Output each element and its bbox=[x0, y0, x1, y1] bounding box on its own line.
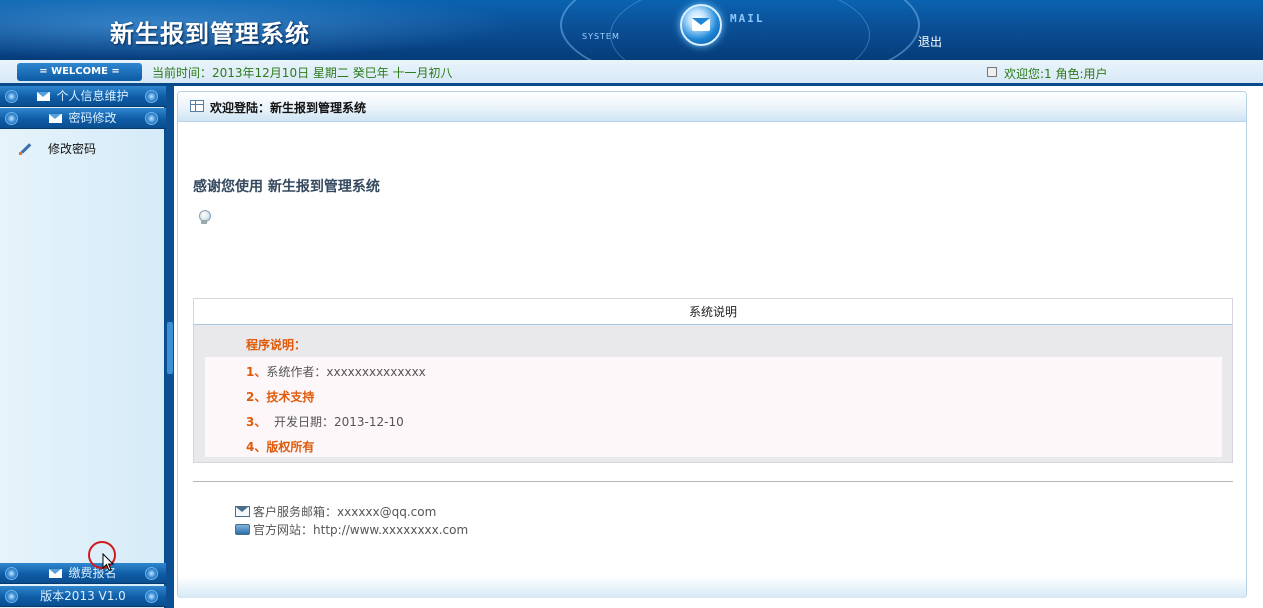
contact-email: 客户服务邮箱：xxxxxx@qq.com bbox=[235, 503, 436, 520]
envelope-icon bbox=[37, 92, 51, 101]
banner-arc-inner bbox=[610, 0, 870, 60]
table-icon bbox=[190, 100, 204, 112]
item-text: 系统作者：xxxxxxxxxxxxxx bbox=[266, 365, 426, 379]
menu-payment-registration[interactable]: 缴费报名 bbox=[0, 563, 166, 584]
menu-password[interactable]: 密码修改 bbox=[0, 108, 166, 129]
menu-bullet-icon bbox=[5, 112, 18, 125]
item-text: 开发日期：2013-12-10 bbox=[266, 415, 404, 429]
welcome-badge: = WELCOME = bbox=[17, 63, 142, 81]
envelope-icon bbox=[49, 114, 63, 123]
version-label: 版本2013 V1.0 bbox=[40, 589, 126, 603]
panel-header: 欢迎登陆：新生报到管理系统 bbox=[178, 92, 1246, 122]
lightbulb-icon bbox=[198, 210, 211, 224]
menu-bullet-icon bbox=[145, 567, 158, 580]
email-icon bbox=[235, 506, 250, 517]
email-label: 客户服务邮箱： bbox=[253, 505, 338, 519]
logout-link[interactable]: 退出 bbox=[918, 33, 942, 50]
pencil-icon bbox=[18, 143, 30, 155]
list-item: 4、版权所有 bbox=[246, 438, 314, 455]
website-label: 官方网站： bbox=[253, 523, 314, 537]
user-info: 欢迎您:1 角色:用户 bbox=[1004, 67, 1108, 81]
menu-label: 个人信息维护 bbox=[56, 89, 129, 103]
item-text: 技术支持 bbox=[266, 390, 315, 404]
panel-title: 欢迎登陆：新生报到管理系统 bbox=[210, 101, 367, 115]
menu-label: 密码修改 bbox=[68, 111, 117, 125]
panel-footer bbox=[178, 576, 1246, 598]
email-link[interactable]: xxxxxx@qq.com bbox=[337, 505, 436, 519]
header-banner: 新生报到管理系统 SYSTEM MAIL 退出 bbox=[0, 0, 1263, 60]
website-link[interactable]: http://www.xxxxxxxx.com bbox=[313, 523, 468, 537]
item-number: 1、 bbox=[246, 365, 267, 379]
mouse-cursor-icon bbox=[102, 553, 115, 572]
sidebar-item-change-password[interactable]: 修改密码 bbox=[18, 140, 96, 157]
system-description: 系统说明 程序说明： 1、系统作者：xxxxxxxxxxxxxx 2、技术支持 … bbox=[193, 298, 1233, 463]
list-item: 2、技术支持 bbox=[246, 388, 314, 405]
splitter-grip[interactable] bbox=[167, 322, 173, 374]
sidebar-item-label: 修改密码 bbox=[48, 142, 97, 156]
menu-bullet-icon bbox=[5, 567, 18, 580]
divider bbox=[193, 481, 1233, 482]
info-bar: = WELCOME = 当前时间：2013年12月10日 星期二 癸巳年 十一月… bbox=[0, 60, 1263, 86]
mail-tag: MAIL bbox=[730, 12, 765, 25]
list-item: 3、 开发日期：2013-12-10 bbox=[246, 413, 404, 430]
item-number: 3、 bbox=[246, 415, 267, 429]
item-number: 4、 bbox=[246, 440, 267, 454]
description-header: 系统说明 bbox=[194, 299, 1232, 325]
menu-bullet-icon bbox=[5, 590, 18, 603]
description-list: 1、系统作者：xxxxxxxxxxxxxx 2、技术支持 3、 开发日期：201… bbox=[205, 357, 1222, 457]
sidebar-splitter[interactable] bbox=[166, 86, 174, 608]
website-icon bbox=[235, 524, 250, 535]
main-panel: 欢迎登陆：新生报到管理系统 感谢您使用 新生报到管理系统 系统说明 程序说明： … bbox=[177, 91, 1247, 598]
menu-personal-info[interactable]: 个人信息维护 bbox=[0, 86, 166, 107]
mail-icon bbox=[680, 4, 722, 46]
sidebar bbox=[0, 86, 166, 608]
item-text: 版权所有 bbox=[266, 440, 315, 454]
app-title: 新生报到管理系统 bbox=[110, 19, 310, 48]
program-title: 程序说明： bbox=[246, 338, 307, 352]
version-bar: 版本2013 V1.0 bbox=[0, 586, 166, 607]
menu-bullet-icon bbox=[145, 112, 158, 125]
thanks-heading: 感谢您使用 新生报到管理系统 bbox=[193, 179, 380, 195]
item-number: 2、 bbox=[246, 390, 267, 404]
system-tag: SYSTEM bbox=[582, 32, 620, 41]
envelope-icon bbox=[49, 569, 63, 578]
current-time: 当前时间：2013年12月10日 星期二 癸巳年 十一月初八 bbox=[152, 66, 453, 80]
user-icon bbox=[987, 67, 997, 77]
menu-bullet-icon bbox=[145, 590, 158, 603]
list-item: 1、系统作者：xxxxxxxxxxxxxx bbox=[246, 363, 426, 380]
contact-website: 官方网站：http://www.xxxxxxxx.com bbox=[235, 521, 468, 538]
menu-bullet-icon bbox=[5, 90, 18, 103]
menu-bullet-icon bbox=[145, 90, 158, 103]
